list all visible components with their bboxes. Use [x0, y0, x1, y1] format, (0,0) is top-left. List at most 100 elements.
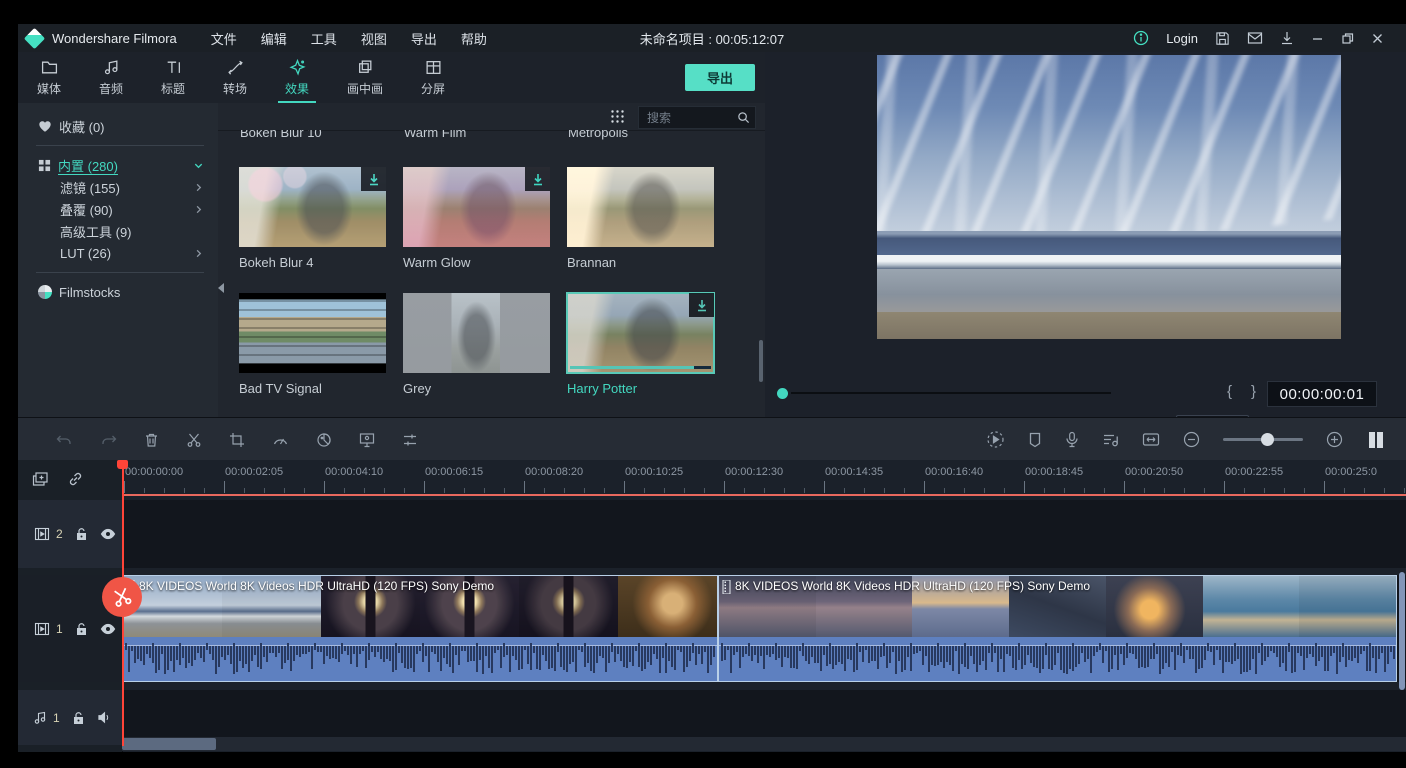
panel-layout-toggle[interactable] — [1366, 431, 1386, 449]
effects-scrollbar[interactable] — [759, 340, 763, 382]
playhead-scissors-badge[interactable] — [102, 577, 142, 617]
grid-icon — [38, 159, 51, 172]
clip-audio-waveform — [123, 637, 717, 681]
scrollbar-thumb[interactable] — [122, 738, 216, 750]
mark-out-icon[interactable]: } — [1251, 383, 1256, 400]
seek-handle[interactable] — [777, 388, 788, 399]
motion-tracking-button[interactable] — [359, 432, 375, 448]
delete-button[interactable] — [144, 432, 159, 448]
sidebar-favorites[interactable]: 收藏 (0) — [18, 115, 218, 137]
audio-mixer-button[interactable] — [1102, 432, 1119, 448]
fit-timeline-button[interactable] — [1142, 432, 1160, 447]
mark-in-icon[interactable]: { — [1227, 383, 1232, 400]
grid-view-icon[interactable] — [610, 109, 625, 124]
update-download-icon[interactable] — [1280, 31, 1294, 46]
timeline-horizontal-scrollbar[interactable] — [122, 737, 1406, 751]
filmora-logo-icon — [24, 27, 45, 48]
menu-help[interactable]: 帮助 — [449, 29, 499, 48]
zoom-out-button[interactable] — [1183, 431, 1200, 448]
sidebar-filters[interactable]: 滤镜 (155) — [18, 176, 218, 198]
timeline-clip-1[interactable]: 8K VIDEOS World 8K Videos HDR UltraHD (1… — [122, 575, 718, 682]
tab-pip[interactable]: 画中画 — [328, 52, 402, 103]
timeline-zoom-slider[interactable] — [1223, 438, 1303, 441]
tab-media[interactable]: 媒体 — [18, 52, 80, 103]
menu-file[interactable]: 文件 — [199, 29, 249, 48]
effect-thumbnail — [403, 293, 550, 373]
effect-card-brannan[interactable]: Brannan — [567, 167, 714, 270]
lock-track-icon[interactable] — [75, 527, 88, 541]
add-media-to-track-icon[interactable] — [32, 471, 49, 487]
timeline-ruler[interactable]: 00:00:00:00 00:00:02:05 00:00:04:10 00:0… — [122, 460, 1406, 497]
divider — [36, 145, 204, 146]
effects-grid-panel: Bokeh Blur 10 Warm Film Metropolis Bokeh… — [218, 103, 765, 417]
tab-transitions[interactable]: 转场 — [204, 52, 266, 103]
marker-button[interactable] — [1028, 432, 1042, 448]
effect-thumbnail — [239, 293, 386, 373]
effect-thumbnail — [239, 167, 386, 247]
effect-card-warm-glow[interactable]: Warm Glow — [403, 167, 550, 270]
save-icon[interactable] — [1215, 31, 1230, 46]
timeline-clip-2[interactable]: 8K VIDEOS World 8K Videos HDR UltraHD (1… — [718, 575, 1397, 682]
effect-label: Bokeh Blur 10 — [240, 130, 322, 140]
effect-card-grey[interactable]: Grey — [403, 293, 550, 396]
link-clips-icon[interactable] — [67, 471, 84, 487]
timeline-area: 2 1 — [18, 460, 1406, 752]
minimize-button[interactable] — [1311, 32, 1324, 45]
video-track-2[interactable] — [122, 500, 1406, 568]
adjust-sliders-button[interactable] — [402, 432, 418, 448]
lock-track-icon[interactable] — [75, 622, 88, 636]
search-input[interactable] — [639, 110, 737, 126]
voiceover-mic-button[interactable] — [1065, 431, 1079, 448]
menu-view[interactable]: 视图 — [349, 29, 399, 48]
tab-split-screen[interactable]: 分屏 — [402, 52, 464, 103]
speed-button[interactable] — [272, 432, 289, 447]
chevron-right-icon[interactable] — [193, 204, 204, 215]
mute-track-icon[interactable] — [97, 711, 112, 724]
redo-button[interactable] — [100, 432, 117, 448]
info-icon[interactable] — [1133, 30, 1149, 46]
restore-button[interactable] — [1341, 32, 1354, 45]
menu-tools[interactable]: 工具 — [299, 29, 349, 48]
tab-titles[interactable]: 标题 — [142, 52, 204, 103]
menu-export[interactable]: 导出 — [399, 29, 449, 48]
sidebar-advanced-tools[interactable]: 高级工具 (9) — [18, 220, 218, 242]
zoom-in-button[interactable] — [1326, 431, 1343, 448]
close-button[interactable] — [1371, 32, 1384, 45]
collapse-panel-handle[interactable] — [217, 275, 226, 301]
feedback-mail-icon[interactable] — [1247, 31, 1263, 45]
download-icon — [361, 167, 386, 191]
preview-video — [877, 55, 1341, 339]
tab-effects[interactable]: 效果 — [266, 52, 328, 103]
seek-track[interactable] — [791, 392, 1111, 394]
render-preview-button[interactable] — [986, 430, 1005, 449]
effect-label: Metropolis — [568, 130, 628, 140]
lock-track-icon[interactable] — [72, 711, 85, 725]
crop-button[interactable] — [229, 432, 245, 448]
export-button[interactable]: 导出 — [685, 64, 755, 91]
sidebar-overlays[interactable]: 叠覆 (90) — [18, 198, 218, 220]
timeline-vertical-scrollbar[interactable] — [1399, 572, 1405, 690]
chevron-down-icon[interactable] — [193, 160, 204, 171]
login-button[interactable]: Login — [1166, 31, 1198, 46]
chevron-right-icon[interactable] — [193, 182, 204, 193]
undo-button[interactable] — [56, 432, 73, 448]
search-box — [638, 106, 756, 129]
chevron-right-icon[interactable] — [193, 248, 204, 259]
split-scissors-button[interactable] — [186, 432, 202, 448]
toggle-visibility-icon[interactable] — [100, 623, 116, 635]
sidebar-lut[interactable]: LUT (26) — [18, 242, 218, 264]
effect-card-harry-potter[interactable]: Harry Potter — [567, 293, 714, 396]
audio-track-icon — [34, 711, 47, 725]
menu-edit[interactable]: 编辑 — [249, 29, 299, 48]
effect-card-bokeh-blur-4[interactable]: Bokeh Blur 4 — [239, 167, 386, 270]
toggle-visibility-icon[interactable] — [100, 528, 116, 540]
sidebar-builtin[interactable]: 内置 (280) — [18, 154, 218, 176]
search-icon[interactable] — [737, 111, 750, 124]
effect-card-bad-tv-signal[interactable]: Bad TV Signal — [239, 293, 386, 396]
zoom-slider-handle[interactable] — [1261, 433, 1274, 446]
sidebar-filmstocks[interactable]: Filmstocks — [18, 281, 218, 303]
track-header-video-2[interactable]: 2 — [18, 500, 138, 568]
tab-audio[interactable]: 音频 — [80, 52, 142, 103]
color-correction-button[interactable] — [316, 432, 332, 448]
track-header-audio-1[interactable]: 1 — [18, 690, 138, 745]
